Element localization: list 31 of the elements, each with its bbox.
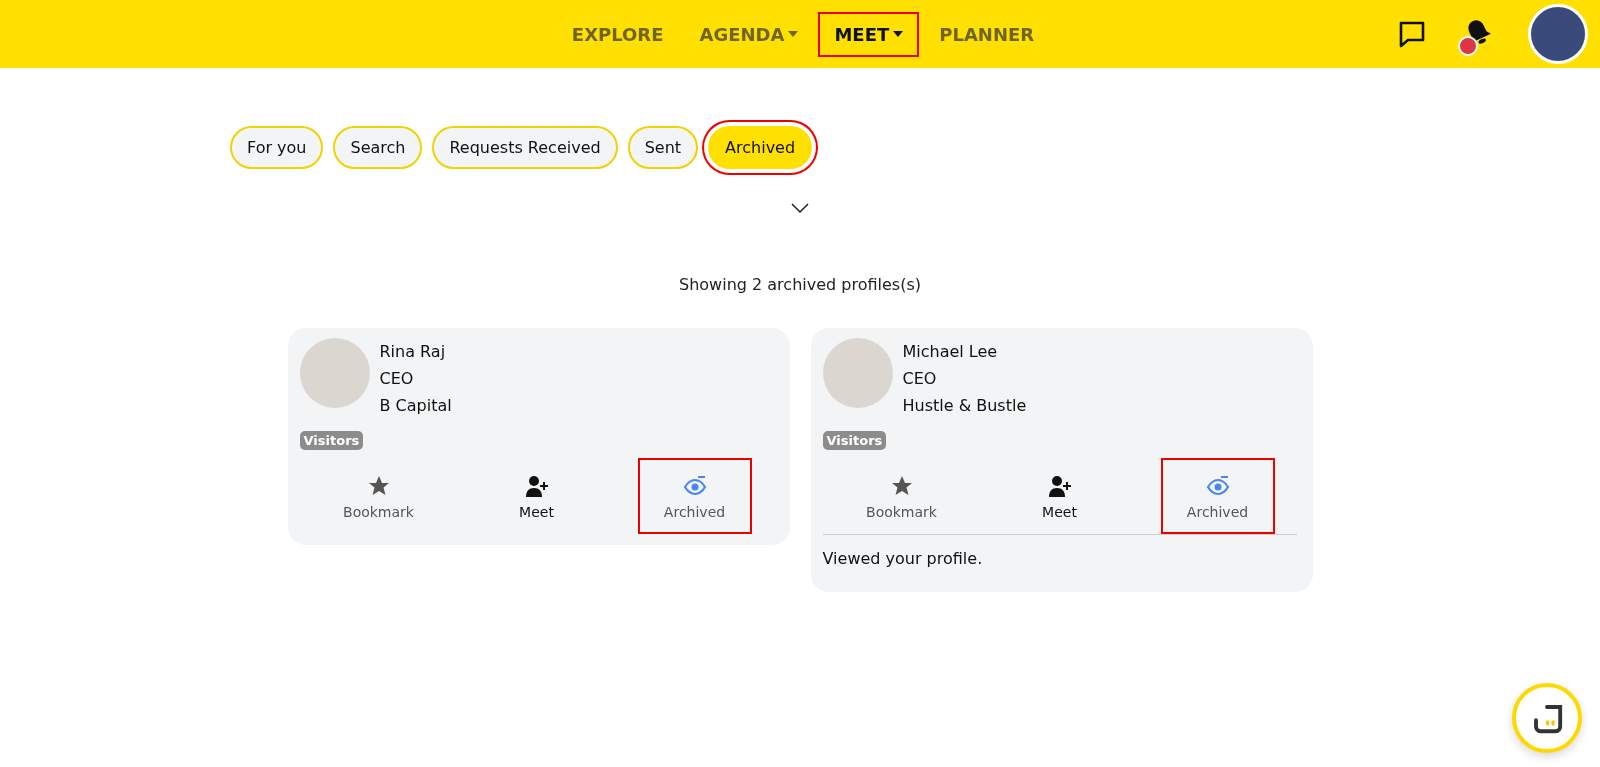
card-action[interactable]: Bookmark — [844, 458, 959, 534]
chevron-down-icon[interactable] — [791, 203, 809, 213]
card-action[interactable]: Meet — [1002, 458, 1117, 534]
visitor-tag: Visitors — [822, 431, 887, 450]
eye-icon — [682, 474, 707, 498]
card-action[interactable]: Archived — [1160, 458, 1275, 534]
eye-icon — [1205, 474, 1230, 498]
nav-link[interactable]: EXPLORE — [555, 11, 680, 57]
card-action[interactable]: Bookmark — [321, 458, 436, 534]
card-action[interactable]: Archived — [637, 458, 752, 534]
profile-name[interactable]: Rina Raj — [379, 338, 452, 365]
filter-tab[interactable]: Search — [333, 126, 423, 169]
avatar[interactable] — [1528, 4, 1588, 64]
job-title: CEO — [379, 368, 415, 390]
nav-link[interactable]: AGENDA — [683, 11, 815, 57]
activity-note: Viewed your profile. — [822, 549, 984, 568]
filter-tab[interactable]: Requests Received — [432, 126, 618, 169]
profile-name[interactable]: Michael Lee — [902, 338, 1027, 365]
visitor-tag: Visitors — [299, 431, 364, 450]
company-name: B Capital — [379, 395, 452, 417]
results-summary: Showing 2 archived profiles(s) — [679, 275, 921, 294]
nav-link[interactable]: MEET — [818, 11, 920, 57]
job-title: CEO — [902, 368, 938, 390]
filter-tab[interactable]: Sent — [627, 126, 699, 169]
add-user-icon — [1047, 474, 1072, 498]
filter-tab[interactable]: For you — [230, 126, 324, 169]
add-user-icon — [524, 474, 549, 498]
nav-link[interactable]: PLANNER — [923, 11, 1051, 57]
card-action[interactable]: Meet — [479, 458, 594, 534]
chat-widget-button[interactable] — [1512, 683, 1582, 753]
company-name: Hustle & Bustle — [902, 395, 1027, 417]
